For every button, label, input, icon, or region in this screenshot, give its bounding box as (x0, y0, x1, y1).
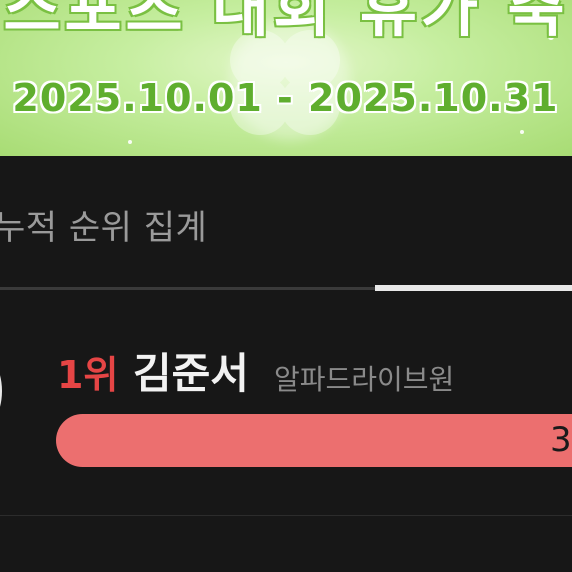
banner-title: 스포츠 대회 휴가 축 (3, 0, 569, 45)
sparkle-icon (520, 130, 524, 134)
tab-cumulative-ranking[interactable]: 누적 순위 집계 (0, 200, 207, 249)
tab-active-indicator (375, 285, 572, 291)
rank-label: 1위 (57, 353, 119, 397)
ranking-list-item[interactable] (0, 292, 572, 515)
banner-period: : 2025.10.01 - 2025.10.31 (0, 76, 559, 120)
row-divider (0, 515, 572, 516)
app-root: 스포츠 대회 휴가 축 : 2025.10.01 - 2025.10.31 누적… (0, 0, 572, 572)
team-name: 알파드라이브원 (274, 363, 455, 396)
event-banner[interactable]: 스포츠 대회 휴가 축 : 2025.10.01 - 2025.10.31 (0, 0, 572, 156)
player-name: 김준서 (133, 349, 249, 398)
sparkle-icon (128, 140, 132, 144)
score-value: 3 (550, 420, 572, 460)
score-bar (56, 414, 572, 467)
